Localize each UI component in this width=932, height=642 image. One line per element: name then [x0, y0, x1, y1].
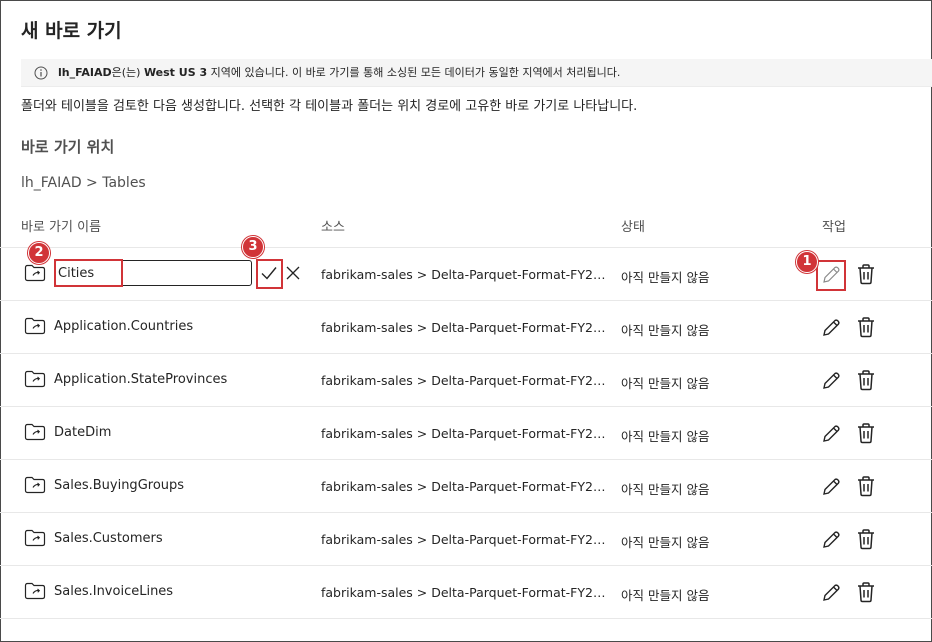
pencil-icon[interactable]: [820, 529, 842, 551]
row-source: fabrikam-sales > Delta-Parquet-Format-FY…: [321, 479, 613, 494]
folder-shortcut-icon: [24, 264, 46, 282]
trash-icon[interactable]: [856, 528, 876, 550]
row-status: 아직 만들지 않음: [621, 376, 710, 391]
folder-shortcut-icon: [24, 370, 46, 388]
row-source: fabrikam-sales > Delta-Parquet-Format-FY…: [321, 585, 613, 600]
dialog-description: 폴더와 테이블을 검토한 다음 생성합니다. 선택한 각 테이블과 폴더는 위치…: [21, 99, 638, 114]
row-status: 아직 만들지 않음: [621, 270, 710, 285]
row-name: Application.Countries: [54, 319, 194, 334]
trash-icon[interactable]: [856, 581, 876, 603]
folder-shortcut-icon: [24, 582, 46, 600]
row-status: 아직 만들지 않음: [621, 588, 710, 603]
row-status: 아직 만들지 않음: [621, 429, 710, 444]
callout-badge-2: 2: [28, 242, 50, 264]
folder-shortcut-icon: [24, 529, 46, 547]
pencil-icon[interactable]: [820, 476, 842, 498]
row-status: 아직 만들지 않음: [621, 482, 710, 497]
table-row-editing: fabrikam-sales > Delta-Parquet-Format-FY…: [0, 247, 932, 300]
location-breadcrumb: lh_FAIAD > Tables: [21, 175, 146, 191]
pencil-icon[interactable]: [820, 582, 842, 604]
region-info-region: West US 3: [143, 66, 208, 79]
table-row: Application.StateProvinces fabrikam-sale…: [0, 353, 932, 406]
table-row: Application.Countries fabrikam-sales > D…: [0, 300, 932, 353]
info-icon: [34, 66, 48, 80]
pencil-icon[interactable]: [820, 317, 842, 339]
table-row: Sales.BuyingGroups fabrikam-sales > Delt…: [0, 459, 932, 512]
region-info-suffix: 지역에 있습니다. 이 바로 가기를 통해 소싱된 모든 데이터가 동일한 지역…: [207, 66, 621, 79]
folder-shortcut-icon: [24, 317, 46, 335]
row-name: Application.StateProvinces: [54, 372, 228, 387]
row-status: 아직 만들지 않음: [621, 323, 710, 338]
table-row: Sales.Customers fabrikam-sales > Delta-P…: [0, 512, 932, 565]
row-status: 아직 만들지 않음: [621, 535, 710, 550]
region-info-middle: 은(는): [111, 66, 144, 79]
highlight-name-input: [54, 259, 123, 287]
pencil-icon[interactable]: [820, 370, 842, 392]
highlight-edit-button: [816, 260, 846, 291]
callout-badge-3: 3: [242, 236, 264, 258]
trash-icon[interactable]: [856, 316, 876, 338]
table-row: DateDim fabrikam-sales > Delta-Parquet-F…: [0, 406, 932, 459]
row-source: fabrikam-sales > Delta-Parquet-Format-FY…: [321, 267, 613, 282]
region-info-lakehouse: lh_FAIAD: [58, 66, 112, 79]
column-header-source: 소스: [321, 220, 345, 235]
close-icon[interactable]: [284, 264, 302, 282]
row-source: fabrikam-sales > Delta-Parquet-Format-FY…: [321, 373, 613, 388]
region-info-bar: lh_FAIAD은(는) West US 3 지역에 있습니다. 이 바로 가기…: [21, 59, 932, 87]
trash-icon[interactable]: [856, 422, 876, 444]
row-name: Sales.BuyingGroups: [54, 478, 185, 493]
row-name: Sales.InvoiceLines: [54, 584, 174, 599]
table-row: Sales.InvoiceLines fabrikam-sales > Delt…: [0, 565, 932, 618]
callout-badge-1: 1: [796, 251, 818, 273]
dialog-title: 새 바로 가기: [21, 20, 122, 42]
row-name: Sales.Customers: [54, 531, 163, 546]
trash-icon[interactable]: [856, 369, 876, 391]
table-bottom-divider: [0, 618, 932, 619]
row-source: fabrikam-sales > Delta-Parquet-Format-FY…: [321, 320, 613, 335]
column-header-actions: 작업: [822, 220, 846, 235]
highlight-confirm-button: [256, 259, 283, 289]
pencil-icon[interactable]: [820, 423, 842, 445]
trash-icon[interactable]: [856, 263, 876, 285]
column-header-status: 상태: [621, 220, 645, 235]
column-header-name: 바로 가기 이름: [21, 220, 102, 235]
row-source: fabrikam-sales > Delta-Parquet-Format-FY…: [321, 532, 613, 547]
row-source: fabrikam-sales > Delta-Parquet-Format-FY…: [321, 426, 613, 441]
folder-shortcut-icon: [24, 423, 46, 441]
folder-shortcut-icon: [24, 476, 46, 494]
region-info-text: lh_FAIAD은(는) West US 3 지역에 있습니다. 이 바로 가기…: [58, 59, 620, 87]
row-name: DateDim: [54, 425, 112, 440]
trash-icon[interactable]: [856, 475, 876, 497]
location-heading: 바로 가기 위치: [21, 138, 115, 156]
